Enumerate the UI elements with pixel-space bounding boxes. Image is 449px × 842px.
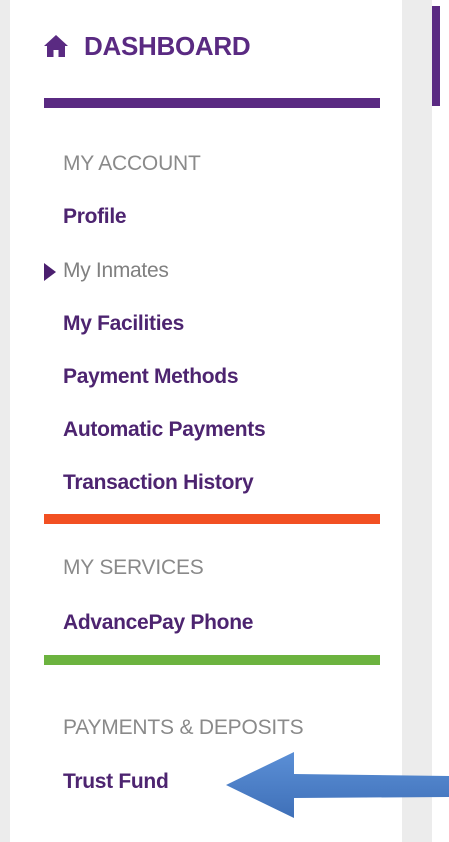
- sidebar-item-my-inmates[interactable]: My Inmates: [63, 259, 169, 283]
- account-section-bar: [44, 514, 380, 524]
- sidebar-item-trust-fund[interactable]: Trust Fund: [63, 770, 169, 794]
- sidebar-item-payment-methods[interactable]: Payment Methods: [63, 365, 239, 389]
- left-gutter: [0, 0, 10, 842]
- sidebar-item-my-facilities[interactable]: My Facilities: [63, 312, 184, 336]
- content-edge-accent: [432, 6, 440, 106]
- content-gutter: [402, 0, 432, 842]
- page: DASHBOARD MY ACCOUNT Profile My Inmates …: [0, 0, 449, 842]
- account-divider-bar: [44, 98, 380, 108]
- section-title-my-services: MY SERVICES: [63, 556, 204, 579]
- home-icon: [44, 35, 68, 57]
- dashboard-label: DASHBOARD: [84, 30, 251, 61]
- dashboard-link[interactable]: DASHBOARD: [44, 26, 251, 66]
- sidebar-item-automatic-payments[interactable]: Automatic Payments: [63, 418, 266, 442]
- services-section-bar: [44, 655, 380, 665]
- current-item-caret-icon: [44, 263, 56, 281]
- section-title-my-account: MY ACCOUNT: [63, 152, 201, 175]
- sidebar-item-advancepay-phone[interactable]: AdvancePay Phone: [63, 611, 253, 635]
- section-title-payments-deposits: PAYMENTS & DEPOSITS: [63, 716, 304, 739]
- arrow-left-icon: [226, 752, 449, 818]
- sidebar-item-transaction-history[interactable]: Transaction History: [63, 471, 254, 495]
- sidebar-item-profile[interactable]: Profile: [63, 205, 127, 229]
